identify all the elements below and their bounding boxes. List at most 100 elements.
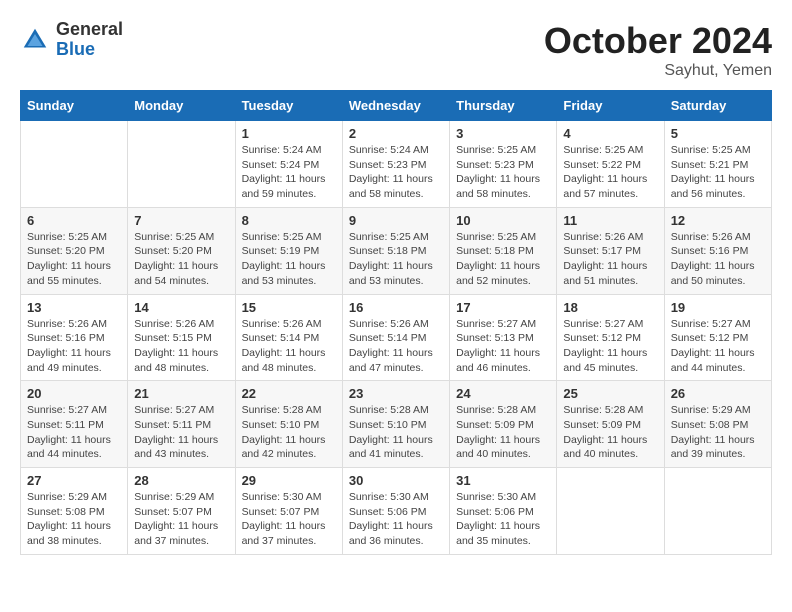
calendar-cell: 9Sunrise: 5:25 AM Sunset: 5:18 PM Daylig… [342, 207, 449, 294]
calendar-cell: 19 Sunrise: 5:27 AM Sunset: 5:12 PM Dayli… [664, 294, 771, 381]
day-number: 22 [242, 386, 336, 401]
day-info: Sunrise: 5:26 AM Sunset: 5:16 PM Dayligh… [27, 317, 121, 376]
day-number: 24 [456, 386, 550, 401]
day-number: 27 [27, 473, 121, 488]
calendar-cell: 27 Sunrise: 5:29 AM Sunset: 5:08 PM Dayli… [21, 468, 128, 555]
day-info: Sunrise: 5:30 AM Sunset: 5:06 PM Dayligh… [456, 490, 550, 549]
day-number: 6 [27, 213, 121, 228]
day-info: Sunrise: 5:29 AM Sunset: 5:08 PM Dayligh… [27, 490, 121, 549]
calendar-cell [557, 468, 664, 555]
calendar-cell: 29 Sunrise: 5:30 AM Sunset: 5:07 PM Dayli… [235, 468, 342, 555]
day-info: Sunrise: 5:25 AM Sunset: 5:20 PM Dayligh… [134, 230, 228, 289]
logo-icon [20, 25, 50, 55]
calendar-cell: 26 Sunrise: 5:29 AM Sunset: 5:08 PM Dayli… [664, 381, 771, 468]
day-info: Sunrise: 5:29 AM Sunset: 5:07 PM Dayligh… [134, 490, 228, 549]
location: Sayhut, Yemen [544, 62, 772, 80]
day-info: Sunrise: 5:26 AM Sunset: 5:15 PM Dayligh… [134, 317, 228, 376]
weekday-header-friday: Friday [557, 91, 664, 121]
day-info: Sunrise: 5:30 AM Sunset: 5:07 PM Dayligh… [242, 490, 336, 549]
day-info: Sunrise: 5:28 AM Sunset: 5:10 PM Dayligh… [242, 403, 336, 462]
calendar-header: SundayMondayTuesdayWednesdayThursdayFrid… [21, 91, 772, 121]
calendar-cell: 21 Sunrise: 5:27 AM Sunset: 5:11 PM Dayli… [128, 381, 235, 468]
calendar-cell [664, 468, 771, 555]
calendar-cell: 10 Sunrise: 5:25 AM Sunset: 5:18 PM Dayli… [450, 207, 557, 294]
day-number: 21 [134, 386, 228, 401]
week-row-4: 20 Sunrise: 5:27 AM Sunset: 5:11 PM Dayli… [21, 381, 772, 468]
weekday-header-saturday: Saturday [664, 91, 771, 121]
week-row-5: 27 Sunrise: 5:29 AM Sunset: 5:08 PM Dayli… [21, 468, 772, 555]
day-number: 9 [349, 213, 443, 228]
calendar-cell: 31Sunrise: 5:30 AM Sunset: 5:06 PM Dayli… [450, 468, 557, 555]
calendar-cell: 18Sunrise: 5:27 AM Sunset: 5:12 PM Dayli… [557, 294, 664, 381]
week-row-1: 1 Sunrise: 5:24 AM Sunset: 5:24 PM Daylig… [21, 121, 772, 208]
calendar-cell [21, 121, 128, 208]
day-info: Sunrise: 5:26 AM Sunset: 5:16 PM Dayligh… [671, 230, 765, 289]
calendar-cell: 3Sunrise: 5:25 AM Sunset: 5:23 PM Daylig… [450, 121, 557, 208]
day-number: 2 [349, 126, 443, 141]
calendar-cell [128, 121, 235, 208]
calendar-cell: 6Sunrise: 5:25 AM Sunset: 5:20 PM Daylig… [21, 207, 128, 294]
day-number: 1 [242, 126, 336, 141]
week-row-2: 6 Sunrise: 5:25 AM Sunset: 5:20 PM Daylig… [21, 207, 772, 294]
day-number: 12 [671, 213, 765, 228]
calendar-cell: 11Sunrise: 5:26 AM Sunset: 5:17 PM Dayli… [557, 207, 664, 294]
calendar-cell: 16Sunrise: 5:26 AM Sunset: 5:14 PM Dayli… [342, 294, 449, 381]
day-info: Sunrise: 5:29 AM Sunset: 5:08 PM Dayligh… [671, 403, 765, 462]
logo: General Blue [20, 20, 123, 60]
day-info: Sunrise: 5:27 AM Sunset: 5:13 PM Dayligh… [456, 317, 550, 376]
weekday-header-monday: Monday [128, 91, 235, 121]
calendar-cell: 17Sunrise: 5:27 AM Sunset: 5:13 PM Dayli… [450, 294, 557, 381]
calendar-cell: 5Sunrise: 5:25 AM Sunset: 5:21 PM Daylig… [664, 121, 771, 208]
page-header: General Blue October 2024 Sayhut, Yemen [20, 20, 772, 80]
calendar-cell: 30Sunrise: 5:30 AM Sunset: 5:06 PM Dayli… [342, 468, 449, 555]
logo-general: General [56, 19, 123, 39]
day-number: 19 [671, 300, 765, 315]
calendar-table: SundayMondayTuesdayWednesdayThursdayFrid… [20, 90, 772, 555]
calendar-cell: 1 Sunrise: 5:24 AM Sunset: 5:24 PM Daylig… [235, 121, 342, 208]
calendar-cell: 28Sunrise: 5:29 AM Sunset: 5:07 PM Dayli… [128, 468, 235, 555]
day-info: Sunrise: 5:26 AM Sunset: 5:17 PM Dayligh… [563, 230, 657, 289]
weekday-header-thursday: Thursday [450, 91, 557, 121]
calendar-cell: 25Sunrise: 5:28 AM Sunset: 5:09 PM Dayli… [557, 381, 664, 468]
calendar-cell: 15Sunrise: 5:26 AM Sunset: 5:14 PM Dayli… [235, 294, 342, 381]
day-number: 5 [671, 126, 765, 141]
day-info: Sunrise: 5:25 AM Sunset: 5:19 PM Dayligh… [242, 230, 336, 289]
day-info: Sunrise: 5:28 AM Sunset: 5:10 PM Dayligh… [349, 403, 443, 462]
day-info: Sunrise: 5:24 AM Sunset: 5:24 PM Dayligh… [242, 143, 336, 202]
day-number: 20 [27, 386, 121, 401]
weekday-header-tuesday: Tuesday [235, 91, 342, 121]
day-number: 25 [563, 386, 657, 401]
calendar-cell: 8 Sunrise: 5:25 AM Sunset: 5:19 PM Daylig… [235, 207, 342, 294]
day-info: Sunrise: 5:26 AM Sunset: 5:14 PM Dayligh… [349, 317, 443, 376]
day-info: Sunrise: 5:27 AM Sunset: 5:11 PM Dayligh… [134, 403, 228, 462]
day-info: Sunrise: 5:28 AM Sunset: 5:09 PM Dayligh… [456, 403, 550, 462]
day-info: Sunrise: 5:30 AM Sunset: 5:06 PM Dayligh… [349, 490, 443, 549]
calendar-cell: 7Sunrise: 5:25 AM Sunset: 5:20 PM Daylig… [128, 207, 235, 294]
weekday-header-sunday: Sunday [21, 91, 128, 121]
day-number: 13 [27, 300, 121, 315]
calendar-cell: 13 Sunrise: 5:26 AM Sunset: 5:16 PM Dayli… [21, 294, 128, 381]
day-number: 8 [242, 213, 336, 228]
month-title: October 2024 [544, 20, 772, 62]
weekday-header-wednesday: Wednesday [342, 91, 449, 121]
calendar-cell: 24 Sunrise: 5:28 AM Sunset: 5:09 PM Dayli… [450, 381, 557, 468]
day-info: Sunrise: 5:25 AM Sunset: 5:18 PM Dayligh… [456, 230, 550, 289]
calendar-cell: 22 Sunrise: 5:28 AM Sunset: 5:10 PM Dayli… [235, 381, 342, 468]
calendar-cell: 14 Sunrise: 5:26 AM Sunset: 5:15 PM Dayli… [128, 294, 235, 381]
day-info: Sunrise: 5:25 AM Sunset: 5:23 PM Dayligh… [456, 143, 550, 202]
day-number: 14 [134, 300, 228, 315]
calendar-cell: 20Sunrise: 5:27 AM Sunset: 5:11 PM Dayli… [21, 381, 128, 468]
calendar-cell: 4Sunrise: 5:25 AM Sunset: 5:22 PM Daylig… [557, 121, 664, 208]
day-number: 15 [242, 300, 336, 315]
calendar-cell: 23 Sunrise: 5:28 AM Sunset: 5:10 PM Dayli… [342, 381, 449, 468]
day-number: 26 [671, 386, 765, 401]
day-number: 29 [242, 473, 336, 488]
day-info: Sunrise: 5:25 AM Sunset: 5:22 PM Dayligh… [563, 143, 657, 202]
calendar-cell: 2Sunrise: 5:24 AM Sunset: 5:23 PM Daylig… [342, 121, 449, 208]
day-number: 10 [456, 213, 550, 228]
day-number: 23 [349, 386, 443, 401]
calendar-body: 1 Sunrise: 5:24 AM Sunset: 5:24 PM Daylig… [21, 121, 772, 555]
day-info: Sunrise: 5:27 AM Sunset: 5:12 PM Dayligh… [671, 317, 765, 376]
title-block: October 2024 Sayhut, Yemen [544, 20, 772, 80]
week-row-3: 13 Sunrise: 5:26 AM Sunset: 5:16 PM Dayli… [21, 294, 772, 381]
